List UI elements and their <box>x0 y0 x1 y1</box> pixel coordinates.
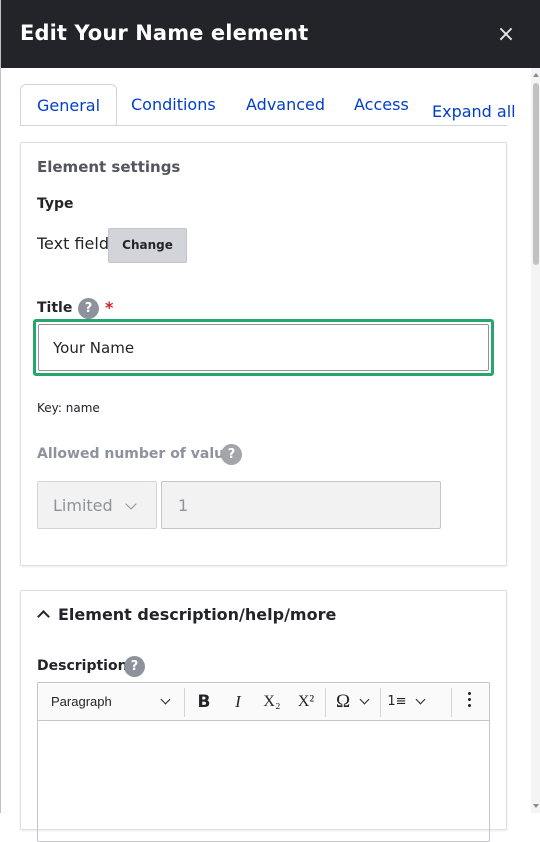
vertical-scrollbar[interactable] <box>531 68 540 813</box>
numbered-list-button[interactable]: 1≡ <box>386 690 408 714</box>
expand-all-link[interactable]: Expand all <box>432 102 516 121</box>
element-settings-legend: Element settings <box>37 158 181 176</box>
bold-button[interactable]: B <box>192 690 216 714</box>
description-fieldset: Element description/help/more Descriptio… <box>20 590 507 842</box>
chevron-down-icon <box>415 694 426 705</box>
superscript-button[interactable]: X² <box>292 690 320 714</box>
special-characters-button[interactable]: Ω <box>331 690 355 714</box>
title-input-wrapper <box>33 319 494 376</box>
paragraph-format-dropdown[interactable]: Paragraph <box>51 694 112 709</box>
title-label: Title <box>37 300 73 316</box>
dialog-titlebar: Edit Your Name element × <box>1 0 540 68</box>
allowed-values-select-value: Limited <box>53 496 113 515</box>
chevron-down-icon <box>160 694 171 705</box>
toolbar-separator <box>451 688 452 717</box>
element-settings-fieldset: Element settings Type Text field Change … <box>20 142 507 566</box>
tab-general[interactable]: General <box>20 84 118 126</box>
toolbar-separator <box>325 688 326 717</box>
italic-button[interactable]: I <box>226 690 250 714</box>
editor-toolbar: Paragraph B I X₂ X² Ω 1≡ <box>38 683 489 721</box>
scroll-down-arrow-icon[interactable] <box>533 804 539 808</box>
description-section-title: Element description/help/more <box>58 605 337 624</box>
dialog-title: Edit Your Name element <box>20 21 309 45</box>
close-icon[interactable]: × <box>495 24 517 46</box>
machine-key-text: Key: name <box>37 401 100 415</box>
allowed-values-help-icon[interactable]: ? <box>221 444 242 465</box>
type-value: Text field <box>37 234 109 253</box>
subscript-button[interactable]: X₂ <box>258 690 286 714</box>
description-help-icon[interactable]: ? <box>124 656 145 677</box>
tabs-divider <box>20 125 507 126</box>
tab-access[interactable]: Access <box>338 84 425 126</box>
description-editor: Paragraph B I X₂ X² Ω 1≡ <box>37 682 490 842</box>
allowed-values-select: Limited <box>37 481 157 529</box>
allowed-values-number-input: 1 <box>161 481 441 529</box>
required-marker: * <box>105 298 114 317</box>
chevron-up-icon <box>37 610 50 623</box>
change-type-button[interactable]: Change <box>108 228 187 263</box>
scroll-up-arrow-icon[interactable] <box>533 73 539 77</box>
tab-conditions[interactable]: Conditions <box>115 84 232 126</box>
toolbar-separator <box>184 688 185 717</box>
description-label: Description <box>37 658 128 674</box>
scrollbar-thumb[interactable] <box>533 83 539 265</box>
type-label: Type <box>37 196 74 212</box>
edit-element-dialog: Edit Your Name element × General Conditi… <box>0 0 540 842</box>
toolbar-separator <box>380 688 381 717</box>
chevron-down-icon <box>359 694 370 705</box>
more-options-icon[interactable] <box>468 692 472 712</box>
tab-advanced[interactable]: Advanced <box>230 84 341 126</box>
title-input[interactable] <box>38 324 489 371</box>
title-help-icon[interactable]: ? <box>78 298 99 319</box>
chevron-down-icon <box>125 498 137 510</box>
allowed-values-label: Allowed number of values <box>37 446 242 462</box>
